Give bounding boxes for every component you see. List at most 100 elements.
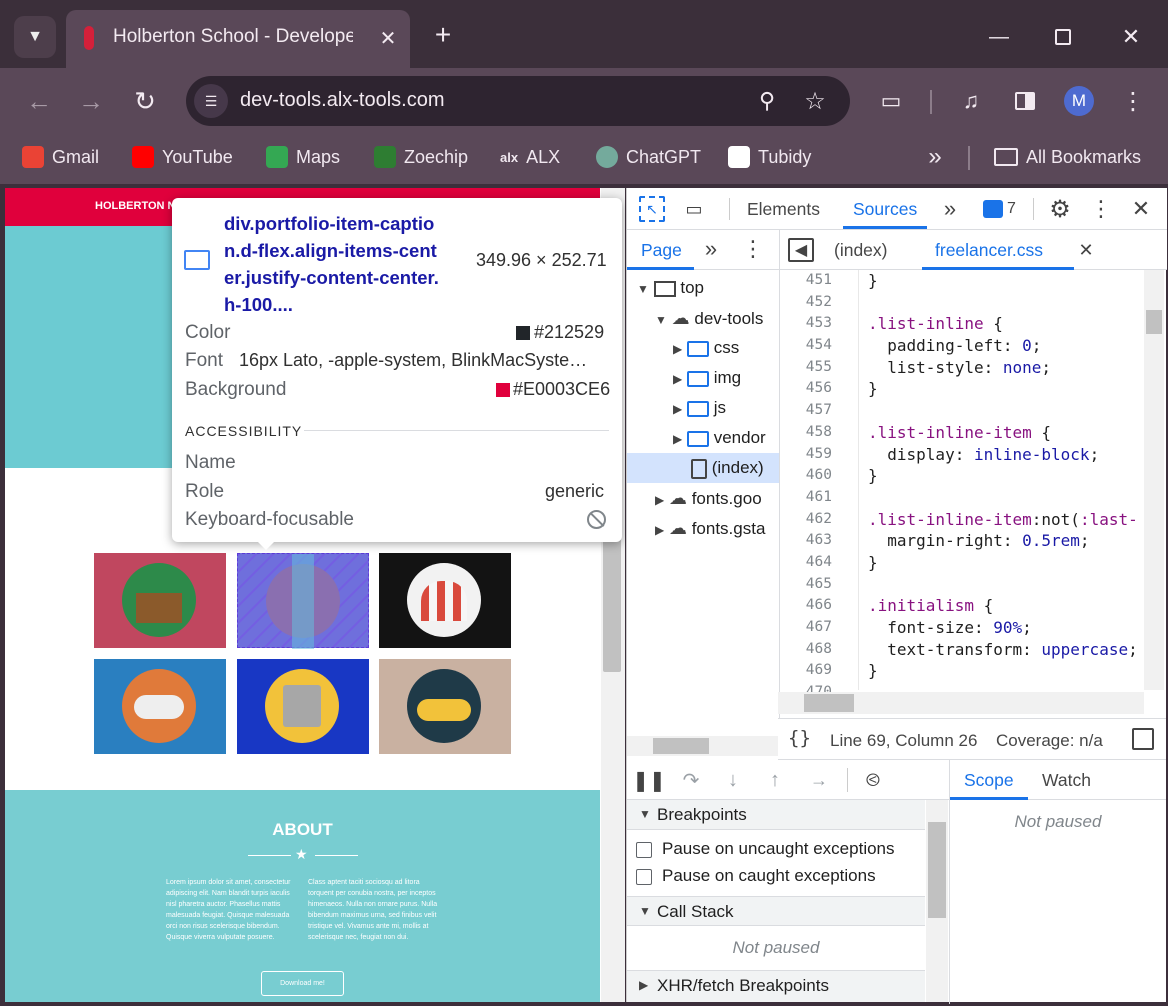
portfolio-item-circus[interactable] [379,553,511,648]
close-tab-icon[interactable]: ✕ [374,24,402,52]
bookmark-maps[interactable]: Maps [266,134,340,180]
editor-hscrollbar[interactable] [778,692,1144,714]
url-text[interactable]: dev-tools.alx-tools.com [240,89,445,112]
more-bookmarks-icon[interactable]: » [920,142,950,172]
device-toolbar-icon[interactable]: ▭ [679,196,709,222]
bookmark-tubidy[interactable]: Tubidy [728,134,811,180]
navigator-hscroll-thumb[interactable] [653,738,709,754]
call-stack-header[interactable]: ▼ Call Stack [627,896,925,926]
xhr-breakpoints-header[interactable]: ▶ XHR/fetch Breakpoints [627,970,925,1002]
tree-item-css[interactable]: ▶ css [673,338,739,358]
profile-avatar[interactable]: M [1064,86,1094,116]
step-icon[interactable]: → [805,768,833,792]
deactivate-breakpoints-icon[interactable]: ⧀ [859,768,887,792]
tab-search-chevron-icon[interactable]: ▼ [14,16,56,58]
maximize-icon[interactable] [1048,22,1078,52]
back-icon[interactable]: ← [22,84,56,118]
line-number: 463 [805,532,832,549]
tooltip-arrow [256,540,276,550]
all-bookmarks[interactable]: All Bookmarks [994,134,1141,180]
tree-item-top[interactable]: ▼ top [637,278,704,298]
address-bar[interactable]: ☰ dev-tools.alx-tools.com ⚲ ☆ [186,76,850,126]
portfolio-item-safe[interactable] [237,659,369,754]
portfolio-item-cabin[interactable] [94,553,226,648]
about-text-right: Class aptent taciti sociosqu ad litora t… [308,879,438,941]
close-window-icon[interactable]: ✕ [1116,22,1146,52]
bookmark-youtube[interactable]: YouTube [132,134,233,180]
toolbar-separator [1033,198,1034,220]
site-info-icon[interactable]: ☰ [194,84,228,118]
tree-item-fonts-googleapis[interactable]: ▶ ☁ fonts.goo [655,488,779,509]
reload-icon[interactable]: ↻ [128,84,162,118]
pause-caught-row[interactable]: Pause on caught exceptions [636,866,876,886]
bookmark-star-icon[interactable]: ☆ [800,86,830,116]
bookmark-chatgpt[interactable]: ChatGPT [596,134,701,180]
zoom-icon[interactable]: ⚲ [752,86,782,116]
settings-gear-icon[interactable]: ⚙ [1045,194,1075,224]
portfolio-item-controller[interactable] [94,659,226,754]
toggle-navigator-icon[interactable]: ◀ [788,238,814,262]
side-panel-icon[interactable] [1008,84,1042,118]
bookmark-gmail[interactable]: Gmail [22,134,99,180]
debugger-scroll-thumb[interactable] [928,822,946,918]
tab-page[interactable]: Page [641,240,682,261]
tab-elements[interactable]: Elements [747,199,820,220]
issues-count[interactable]: 7 [1007,200,1016,218]
download-button[interactable]: Download me! [261,971,344,996]
more-navigators-icon[interactable]: » [699,236,723,262]
pause-uncaught-checkbox[interactable] [636,841,652,858]
navigator-menu-icon[interactable]: ⋮ [742,236,764,262]
active-tab[interactable]: Holberton School - Developer t ✕ [66,10,410,68]
tab-scope[interactable]: Scope [964,770,1014,791]
breakpoints-header[interactable]: ▼ Breakpoints [627,800,925,830]
bookmark-alx[interactable]: alx ALX [500,134,560,180]
line-number: 468 [805,640,832,657]
maps-icon [266,146,288,168]
tree-item-fonts-gstatic[interactable]: ▶ ☁ fonts.gsta [655,518,779,539]
minimize-icon[interactable]: — [984,22,1014,52]
tree-item-vendor[interactable]: ▶ vendor [673,428,779,448]
inspect-element-icon[interactable]: ↖ [639,196,665,222]
portfolio-item-submarine[interactable] [379,659,511,754]
bookmark-zoechip[interactable]: Zoechip [374,134,468,180]
portfolio-item-cake-highlighted[interactable] [237,553,369,649]
pause-caught-checkbox[interactable] [636,868,652,885]
tree-item-img[interactable]: ▶ img [673,368,741,388]
pause-icon[interactable]: ❚❚ [632,768,666,792]
navigator-hscrollbar[interactable] [627,736,779,756]
media-control-icon[interactable]: ♫ [954,84,988,118]
devtools-menu-icon[interactable]: ⋮ [1087,194,1115,224]
line-number: 466 [805,597,832,614]
tree-item-dev-tools[interactable]: ▼ ☁ dev-tools [655,308,763,329]
chrome-menu-icon[interactable]: ⋮ [1118,84,1148,118]
toggle-debugger-sidebar-icon[interactable] [1132,728,1154,750]
debugger-scrollbar[interactable] [926,800,948,1002]
extensions-icon[interactable]: ▭ [874,84,908,118]
site-brand[interactable]: HOLBERTON N [95,200,175,212]
editor-tab-freelancer-css[interactable]: freelancer.css [935,240,1043,261]
close-file-tab-icon[interactable]: ✕ [1074,238,1098,262]
new-tab-icon[interactable]: + [426,18,460,52]
editor-hscroll-thumb[interactable] [804,694,854,712]
bookmark-label: YouTube [162,146,233,167]
more-tabs-icon[interactable]: » [937,196,963,222]
pretty-print-icon[interactable]: {} [788,727,811,749]
code-editor[interactable]: } .list-inline { padding-left: 0; list-st… [868,270,1142,690]
editor-tab-bar: ◀ (index) freelancer.css ✕ [780,230,1167,270]
pause-uncaught-row[interactable]: Pause on uncaught exceptions [636,839,895,859]
close-devtools-icon[interactable]: ✕ [1127,194,1155,224]
tree-item-index[interactable]: (index) [691,458,764,479]
editor-vscrollbar[interactable] [1144,270,1164,690]
step-into-icon[interactable]: ↓ [721,768,745,792]
tree-item-js[interactable]: ▶ js [673,398,726,418]
editor-vscroll-thumb[interactable] [1146,310,1162,334]
editor-tab-index[interactable]: (index) [834,240,888,261]
issues-icon[interactable] [983,200,1003,218]
cabin-icon [122,563,196,637]
step-out-icon[interactable]: ↑ [763,768,787,792]
tab-watch[interactable]: Watch [1042,770,1091,791]
forward-icon[interactable]: → [74,84,108,118]
tree-label: top [680,278,704,297]
tab-sources[interactable]: Sources [853,199,917,220]
step-over-icon[interactable]: ↷ [679,768,703,792]
